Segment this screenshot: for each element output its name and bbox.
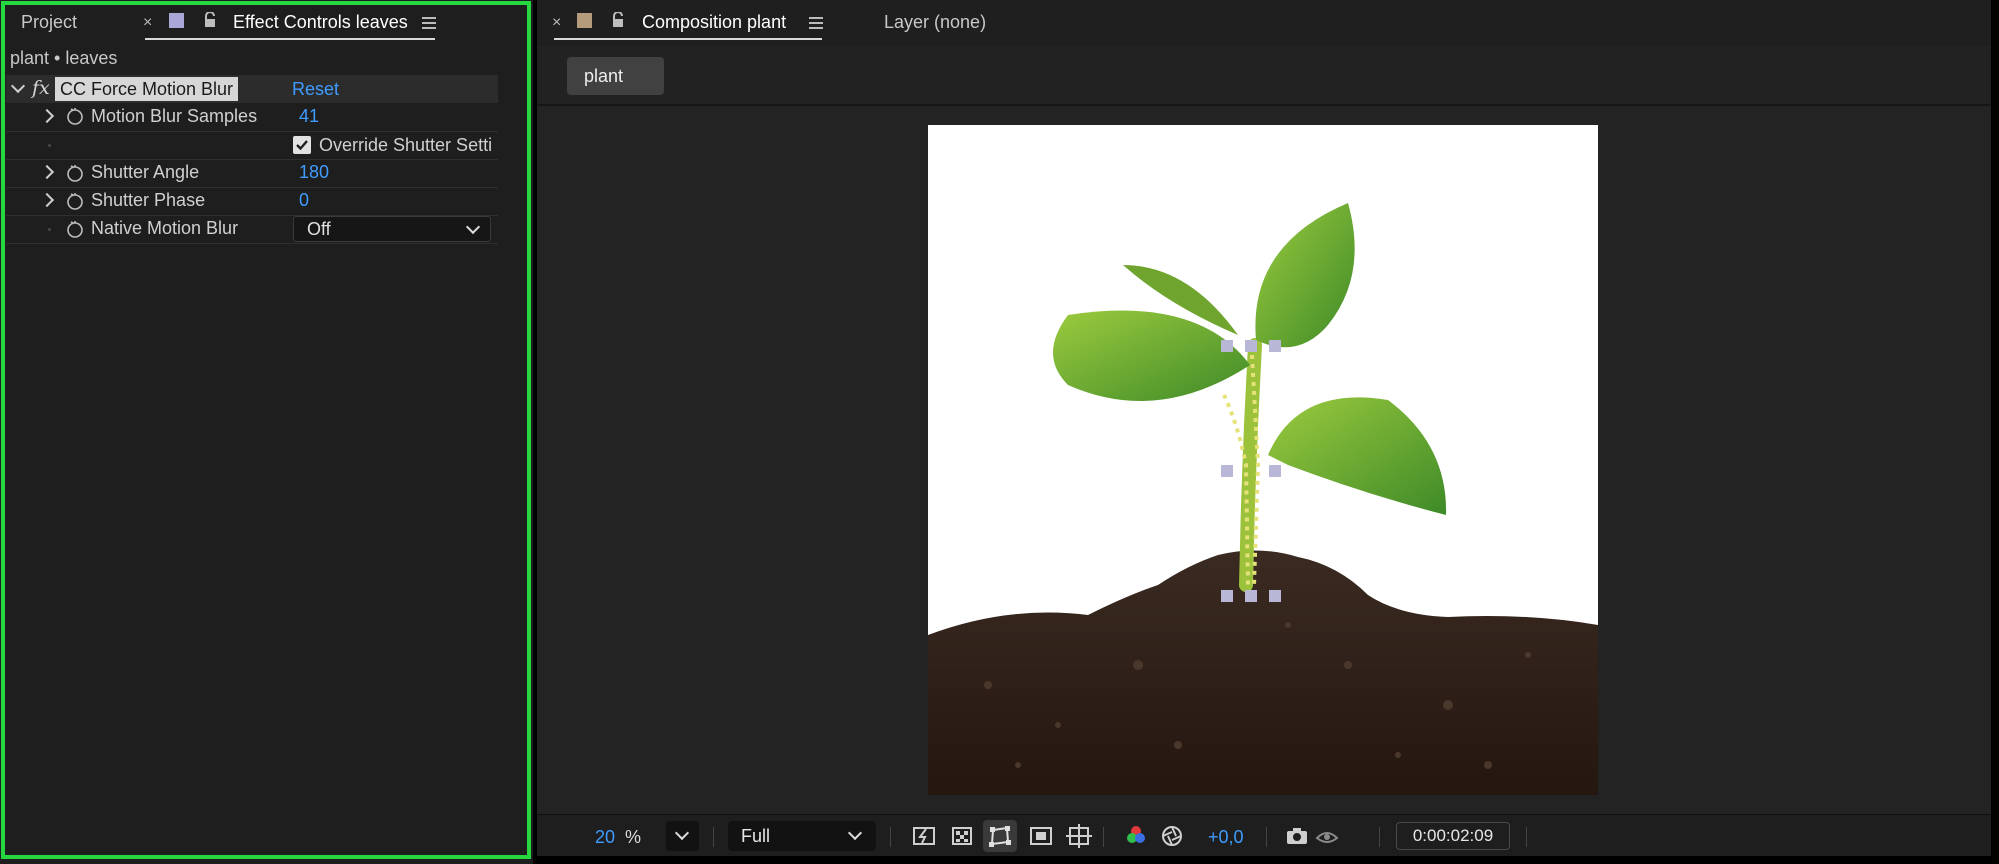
stopwatch-icon[interactable]: [66, 192, 84, 210]
chevron-right-icon[interactable]: [39, 164, 55, 180]
checkbox-icon[interactable]: [293, 136, 311, 154]
camera-snapshot-icon[interactable]: [1283, 822, 1311, 850]
close-icon[interactable]: ×: [552, 14, 561, 32]
chevron-right-icon[interactable]: [39, 108, 55, 124]
channel-rgb-icon[interactable]: [1122, 822, 1150, 850]
active-tab-underline: [554, 38, 822, 40]
zoom-value[interactable]: 20: [595, 827, 615, 848]
region-of-interest-icon[interactable]: [1027, 822, 1055, 850]
zoom-unit: %: [625, 827, 642, 847]
lock-icon[interactable]: [611, 12, 625, 28]
property-row: Shutter Phase 0: [6, 187, 498, 215]
plant-image: [928, 203, 1598, 795]
resolution-value: Full: [741, 826, 771, 846]
reset-link[interactable]: Reset: [292, 79, 339, 100]
property-row: Shutter Angle 180: [6, 159, 498, 187]
grid-guides-icon[interactable]: [1065, 822, 1093, 850]
label-swatch-icon[interactable]: [577, 13, 592, 28]
effect-header-row[interactable]: fx CC Force Motion Blur Reset: [6, 75, 498, 103]
motion-blur-samples-value[interactable]: 41: [299, 106, 319, 127]
label-swatch-icon[interactable]: [169, 13, 184, 28]
close-icon[interactable]: ×: [143, 14, 152, 32]
stopwatch-icon[interactable]: [66, 164, 84, 182]
property-label: Shutter Phase: [91, 190, 206, 210]
shutter-phase-value[interactable]: 0: [299, 190, 309, 211]
mask-path-icon: [989, 826, 1011, 847]
fast-previews-icon[interactable]: [910, 822, 938, 850]
chevron-down-icon[interactable]: [10, 78, 26, 94]
composition-canvas[interactable]: [928, 125, 1598, 795]
stopwatch-icon[interactable]: [66, 107, 84, 125]
tab-layer[interactable]: Layer (none): [884, 12, 986, 33]
zoom-dropdown[interactable]: [666, 821, 699, 851]
breadcrumb: plant • leaves: [10, 48, 118, 68]
effect-name[interactable]: CC Force Motion Blur: [55, 77, 239, 101]
override-shutter-label: Override Shutter Setti: [319, 135, 493, 155]
fx-icon[interactable]: fx: [32, 77, 50, 99]
composition-chip[interactable]: plant: [567, 57, 664, 95]
viewer-toolbar: 20 % Full +0,0 0:00:02:09: [537, 814, 1991, 856]
lock-icon[interactable]: [203, 12, 217, 28]
tab-composition[interactable]: Composition plant: [642, 12, 786, 33]
show-snapshot-icon[interactable]: [1313, 822, 1341, 850]
property-row: Native Motion Blur Off: [6, 215, 498, 243]
mask-visibility-button[interactable]: [983, 820, 1017, 852]
effect-controls-panel: Project × Effect Controls leaves plant •…: [0, 0, 533, 864]
property-label: Native Motion Blur: [91, 218, 239, 238]
composition-navigator-bar: plant: [537, 46, 1991, 106]
property-row: Motion Blur Samples 41: [6, 103, 498, 131]
dropdown-value: Off: [307, 219, 331, 239]
shutter-angle-value[interactable]: 180: [299, 162, 329, 183]
exposure-shutter-icon[interactable]: [1158, 822, 1186, 850]
panel-menu-icon[interactable]: [422, 17, 436, 32]
current-time-display[interactable]: 0:00:02:09: [1396, 822, 1510, 850]
exposure-value[interactable]: +0,0: [1208, 827, 1244, 848]
property-label: Shutter Angle: [91, 162, 200, 182]
composition-panel: × Composition plant Layer (none) plant 2…: [537, 0, 1991, 856]
resolution-dropdown[interactable]: Full: [728, 821, 876, 851]
tab-project[interactable]: Project: [21, 12, 77, 33]
chevron-down-icon: [465, 219, 481, 235]
active-tab-underline: [145, 38, 435, 40]
native-motion-blur-dropdown[interactable]: Off: [293, 216, 491, 242]
property-label: Motion Blur Samples: [91, 106, 258, 126]
composition-viewer[interactable]: [537, 108, 1991, 814]
composition-tab-bar: × Composition plant Layer (none): [537, 0, 1991, 46]
chevron-right-icon[interactable]: [39, 192, 55, 208]
left-tab-bar: Project × Effect Controls leaves: [0, 0, 533, 46]
property-row: Override Shutter Setti: [6, 131, 498, 159]
panel-menu-icon[interactable]: [809, 17, 823, 32]
transparency-grid-icon[interactable]: [948, 822, 976, 850]
chevron-down-icon: [847, 825, 863, 841]
stopwatch-icon[interactable]: [66, 220, 84, 238]
chevron-down-icon: [674, 825, 690, 841]
tab-effect-controls[interactable]: Effect Controls leaves: [233, 12, 408, 33]
